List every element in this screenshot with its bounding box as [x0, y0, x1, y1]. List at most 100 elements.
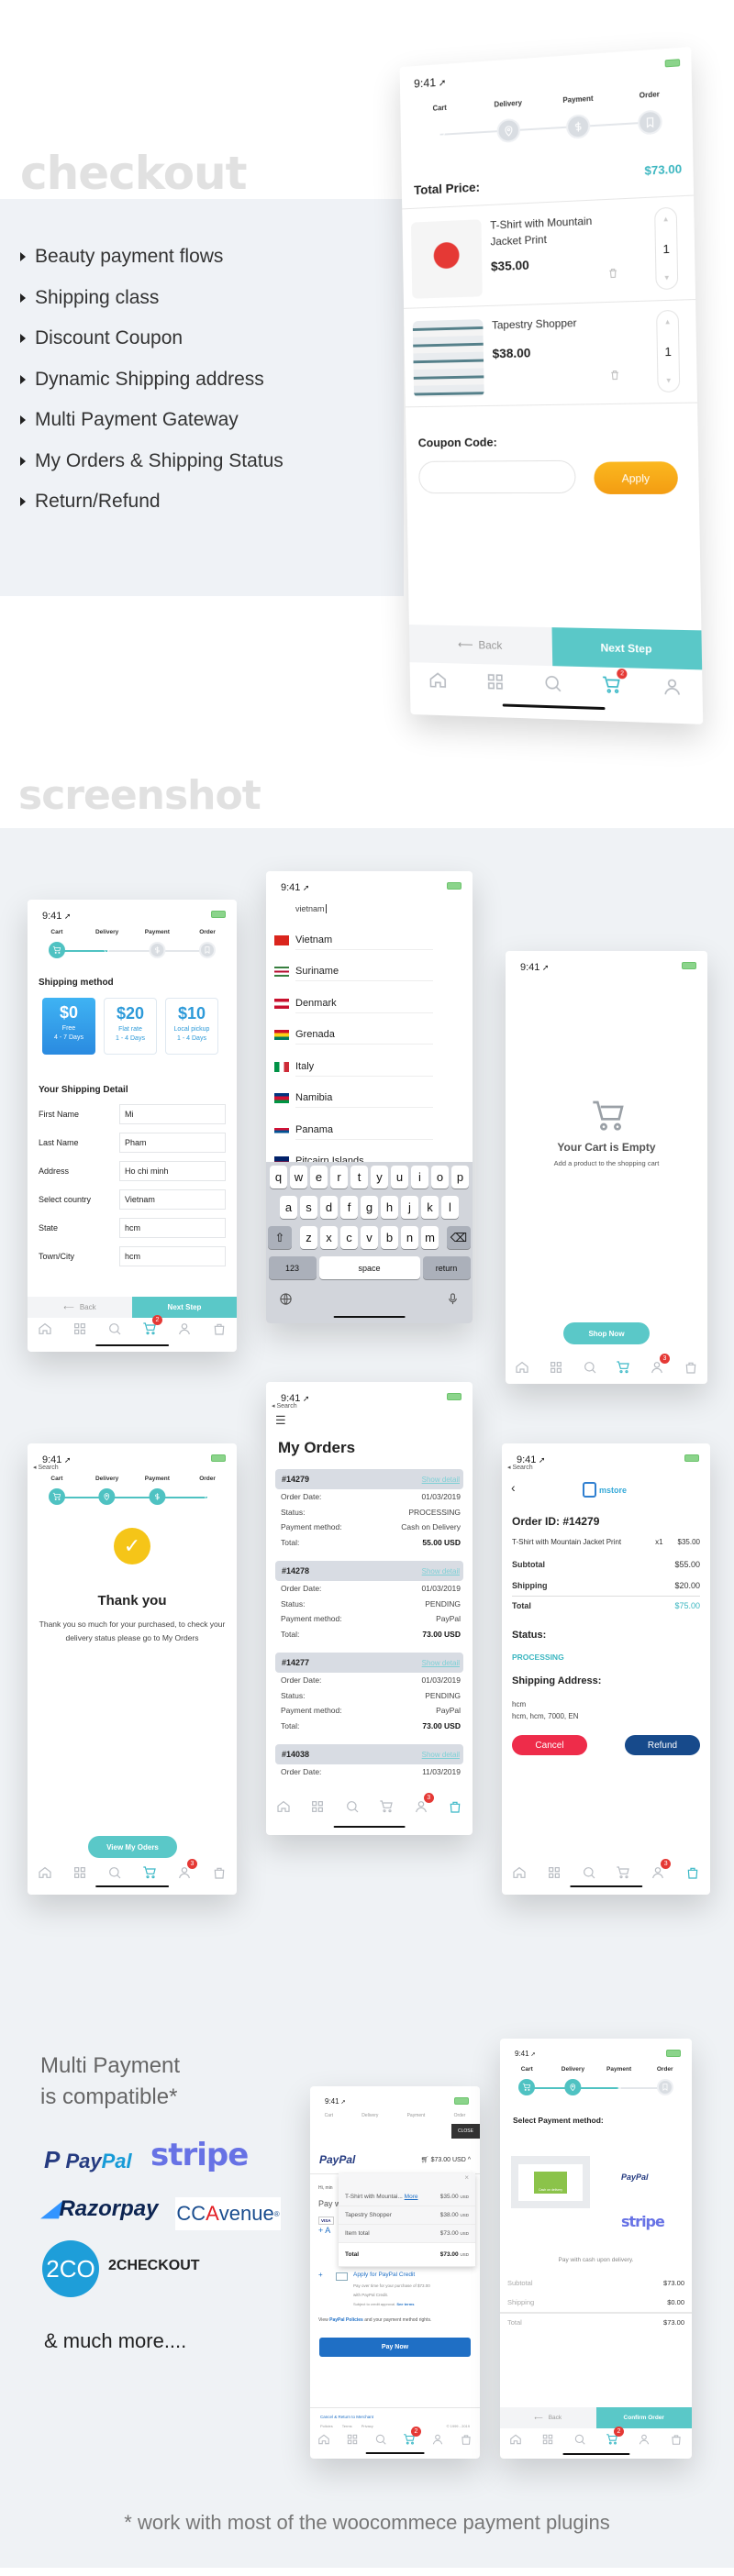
nav-search-icon[interactable]	[107, 1865, 122, 1880]
footer-link[interactable]: Terms	[342, 2424, 352, 2428]
nav-home-icon[interactable]	[38, 1865, 52, 1880]
decrement-icon[interactable]: ▾	[666, 375, 671, 385]
pay-now-button[interactable]: Pay Now	[319, 2338, 471, 2357]
country-item[interactable]: Namibia	[266, 1083, 473, 1115]
apply-button[interactable]: Apply	[594, 461, 679, 494]
nav-user-icon[interactable]	[662, 676, 683, 697]
key-a[interactable]: a	[280, 1196, 297, 1219]
payment-option-paypal[interactable]: PayPal	[621, 2172, 649, 2182]
shipping-method-option[interactable]: $10 Local pickup 1 - 4 Days	[165, 998, 218, 1055]
nav-bag-icon[interactable]	[684, 1360, 698, 1375]
key-d[interactable]: d	[320, 1196, 338, 1219]
nav-user-icon[interactable]: 3	[650, 1354, 670, 1375]
key-e[interactable]: e	[310, 1166, 328, 1188]
nav-cart-icon[interactable]	[616, 1865, 630, 1880]
field-input[interactable]: Mi	[119, 1103, 226, 1124]
nav-user-icon[interactable]	[177, 1321, 192, 1336]
key-v[interactable]: v	[361, 1226, 378, 1249]
more-link[interactable]: More	[405, 2194, 418, 2200]
microphone-icon[interactable]	[446, 1292, 460, 1310]
key-c[interactable]: c	[340, 1226, 358, 1249]
nav-bag-icon[interactable]	[685, 1865, 700, 1880]
nav-grid-icon[interactable]	[549, 1360, 563, 1375]
key-l[interactable]: l	[441, 1196, 459, 1219]
key-m[interactable]: m	[421, 1226, 439, 1249]
nav-grid-icon[interactable]	[485, 671, 506, 691]
shop-now-button[interactable]: Shop Now	[563, 1322, 650, 1344]
key-r[interactable]: r	[330, 1166, 348, 1188]
back-to-search-link[interactable]: ◂ Search	[33, 1464, 59, 1471]
show-detail-link[interactable]: Show detail	[422, 1567, 460, 1575]
back-to-search-link[interactable]: ◂ Search	[507, 1464, 533, 1471]
footer-link[interactable]: Policies	[320, 2424, 333, 2428]
confirm-order-button[interactable]: Confirm Order	[595, 2407, 692, 2428]
key-h[interactable]: h	[381, 1196, 398, 1219]
key-j[interactable]: j	[401, 1196, 418, 1219]
key-k[interactable]: k	[421, 1196, 439, 1219]
add-card-link[interactable]: + A	[318, 2226, 330, 2235]
nav-user-icon[interactable]: 3	[177, 1859, 197, 1880]
key-n[interactable]: n	[401, 1226, 418, 1249]
nav-user-icon[interactable]: 3	[414, 1793, 434, 1814]
nav-cart-icon[interactable]: 2	[403, 2427, 421, 2446]
nav-home-icon[interactable]	[428, 670, 448, 691]
key-o[interactable]: o	[431, 1166, 449, 1188]
back-button[interactable]: ⟵ Back	[500, 2407, 596, 2428]
nav-search-icon[interactable]	[374, 2433, 387, 2446]
shipping-method-option[interactable]: $20 Flat rate 1 - 4 Days	[104, 998, 157, 1055]
key-s[interactable]: s	[300, 1196, 317, 1219]
nav-search-icon[interactable]	[583, 1360, 597, 1375]
nav-cart-icon[interactable]: 2	[606, 2427, 624, 2446]
nav-bag-icon[interactable]	[448, 1799, 462, 1814]
view-my-orders-button[interactable]: View My Oders	[88, 1836, 177, 1858]
nav-cart-icon[interactable]: 2	[602, 669, 628, 696]
close-icon[interactable]: ×	[339, 2173, 475, 2188]
cart-amount-toggle[interactable]: 🛒︎ $73.00 USD ^	[421, 2156, 471, 2163]
country-item[interactable]: Vietnam	[266, 924, 473, 956]
payment-option-cod[interactable]: Cash on delivery	[511, 2156, 590, 2208]
next-step-button[interactable]: Next Step	[132, 1297, 237, 1318]
country-item[interactable]: Italy	[266, 1051, 473, 1083]
country-item[interactable]: Suriname	[266, 956, 473, 989]
key-z[interactable]: z	[300, 1226, 317, 1249]
payment-option-stripe[interactable]: stripe	[621, 2213, 665, 2230]
key-b[interactable]: b	[381, 1226, 398, 1249]
next-step-button[interactable]: Next Step	[551, 627, 703, 670]
nav-grid-icon[interactable]	[346, 2433, 359, 2446]
return-key[interactable]: return	[422, 1256, 471, 1279]
nav-grid-icon[interactable]	[541, 2433, 554, 2446]
nav-cart-icon[interactable]: 2	[142, 1315, 162, 1336]
nav-user-icon[interactable]	[431, 2433, 444, 2446]
footer-link[interactable]: Privacy	[361, 2424, 373, 2428]
show-detail-link[interactable]: Show detail	[422, 1476, 460, 1484]
trash-icon[interactable]	[607, 267, 619, 284]
shift-key[interactable]: ⇧	[268, 1226, 292, 1249]
show-detail-link[interactable]: Show detail	[422, 1659, 460, 1667]
nav-home-icon[interactable]	[317, 2433, 330, 2446]
space-key[interactable]: space	[318, 1256, 420, 1279]
nav-search-icon[interactable]	[107, 1321, 122, 1336]
key-w[interactable]: w	[290, 1166, 307, 1188]
trash-icon[interactable]	[608, 369, 620, 385]
nav-cart-icon[interactable]	[379, 1799, 394, 1814]
quantity-stepper[interactable]: ▴ 1 ▾	[654, 206, 679, 291]
nav-grid-icon[interactable]	[72, 1865, 87, 1880]
nav-search-icon[interactable]	[573, 2433, 586, 2446]
country-item[interactable]: Denmark	[266, 988, 473, 1020]
nav-bag-icon[interactable]	[212, 1865, 227, 1880]
nav-user-icon[interactable]: 3	[651, 1859, 672, 1880]
country-item[interactable]: Panama	[266, 1114, 473, 1146]
field-input[interactable]: Vietnam	[119, 1188, 226, 1210]
cancel-return-link[interactable]: Cancel & Return to Merchant	[320, 2415, 373, 2419]
nav-cart-icon[interactable]	[616, 1360, 630, 1375]
nav-cart-icon[interactable]	[142, 1865, 157, 1880]
cancel-button[interactable]: Cancel	[512, 1735, 587, 1755]
key-y[interactable]: y	[371, 1166, 388, 1188]
show-detail-link[interactable]: Show detail	[422, 1751, 460, 1759]
key-x[interactable]: x	[320, 1226, 338, 1249]
quantity-stepper[interactable]: ▴ 1 ▾	[656, 309, 681, 393]
menu-icon[interactable]: ☰	[275, 1413, 286, 1428]
globe-icon[interactable]	[279, 1292, 293, 1310]
country-item[interactable]: Grenada	[266, 1020, 473, 1052]
nav-grid-icon[interactable]	[310, 1799, 325, 1814]
